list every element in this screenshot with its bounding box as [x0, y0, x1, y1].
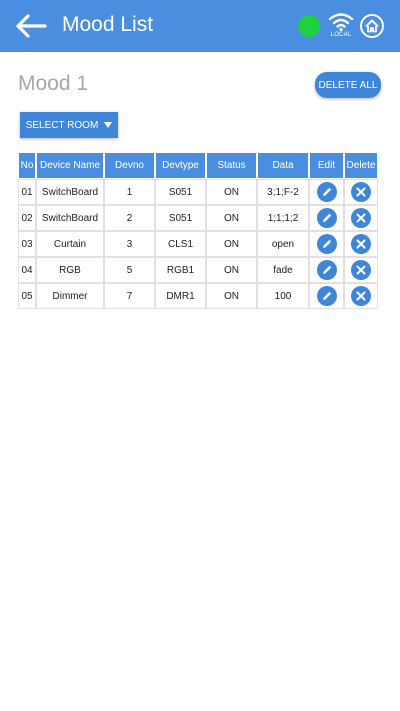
column-header-devno: Devno [105, 153, 154, 178]
cell-devtype: CLS1 [156, 232, 205, 256]
delete-x-icon[interactable] [351, 260, 371, 280]
cell-no: 05 [19, 284, 35, 308]
delete-x-icon[interactable] [351, 286, 371, 306]
cell-status: ON [207, 232, 256, 256]
table-row: 03 Curtain 3 CLS1 ON open [19, 232, 377, 256]
table-row: 05 Dimmer 7 DMR1 ON 100 [19, 284, 377, 308]
delete-all-button[interactable]: DELETE ALL [315, 72, 381, 98]
cell-devtype: RGB1 [156, 258, 205, 282]
cell-devtype: DMR1 [156, 284, 205, 308]
column-header-delete: Delete [345, 153, 377, 178]
cell-data: 1;1;1;2 [258, 206, 308, 230]
cell-delete [345, 206, 377, 230]
cell-data: fade [258, 258, 308, 282]
cell-data: 100 [258, 284, 308, 308]
edit-pencil-icon[interactable] [316, 260, 337, 280]
table-row: 04 RGB 5 RGB1 ON fade [19, 258, 377, 282]
cell-device-name: Curtain [37, 232, 103, 256]
cell-device-name: SwitchBoard [37, 180, 103, 204]
cell-no: 04 [19, 258, 35, 282]
edit-pencil-icon[interactable] [316, 286, 337, 306]
cell-delete [345, 258, 377, 282]
cell-device-name: Dimmer [37, 284, 103, 308]
cell-devtype: S051 [156, 180, 205, 204]
column-header-status: Status [207, 153, 256, 178]
cell-no: 03 [19, 232, 35, 256]
edit-pencil-icon[interactable] [316, 208, 337, 228]
column-header-devtype: Devtype [156, 153, 205, 178]
cell-data: open [258, 232, 308, 256]
cell-device-name: RGB [37, 258, 103, 282]
cell-devno: 5 [105, 258, 154, 282]
cell-devno: 7 [105, 284, 154, 308]
cell-delete [345, 284, 377, 308]
column-header-edit: Edit [310, 153, 343, 178]
select-room-label: SELECT ROOM [25, 119, 99, 131]
delete-x-icon[interactable] [351, 182, 371, 202]
delete-x-icon[interactable] [351, 208, 371, 228]
cell-status: ON [207, 258, 256, 282]
table-row: 02 SwitchBoard 2 S051 ON 1;1;1;2 [19, 206, 377, 230]
chevron-down-icon [104, 122, 113, 128]
cell-edit [310, 206, 343, 230]
cell-no: 01 [19, 180, 35, 204]
cell-devno: 1 [105, 180, 154, 204]
cell-edit [310, 284, 343, 308]
back-arrow-icon[interactable] [13, 12, 49, 40]
cell-no: 02 [19, 206, 35, 230]
cell-edit [310, 258, 343, 282]
column-header-no: No [19, 153, 35, 178]
cell-devno: 3 [105, 232, 154, 256]
cell-devtype: S051 [156, 206, 205, 230]
page-title: Mood List [62, 13, 154, 36]
app-bar: Mood List LOCAL [0, 0, 400, 52]
cell-delete [345, 180, 377, 204]
column-header-device-name: Device Name [37, 153, 103, 178]
table-header-row: No Device Name Devno Devtype Status Data… [19, 153, 377, 178]
cell-edit [310, 180, 343, 204]
mood-name-heading: Mood 1 [18, 72, 89, 95]
select-room-dropdown[interactable]: SELECT ROOM [20, 112, 118, 138]
column-header-data: Data [258, 153, 308, 178]
wifi-local-icon: LOCAL [328, 12, 354, 42]
cell-delete [345, 232, 377, 256]
cell-status: ON [207, 180, 256, 204]
cell-status: ON [207, 206, 256, 230]
wifi-mode-label: LOCAL [330, 32, 352, 38]
edit-pencil-icon[interactable] [316, 234, 337, 254]
table-row: 01 SwitchBoard 1 S051 ON 3;1;F-2 [19, 180, 377, 204]
cell-devno: 2 [105, 206, 154, 230]
cell-device-name: SwitchBoard [37, 206, 103, 230]
delete-x-icon[interactable] [351, 234, 371, 254]
home-icon[interactable] [360, 14, 384, 38]
cell-edit [310, 232, 343, 256]
cell-status: ON [207, 284, 256, 308]
cell-data: 3;1;F-2 [258, 180, 308, 204]
connection-status-indicator [298, 15, 320, 37]
edit-pencil-icon[interactable] [316, 182, 337, 202]
mood-device-table: No Device Name Devno Devtype Status Data… [17, 151, 379, 310]
